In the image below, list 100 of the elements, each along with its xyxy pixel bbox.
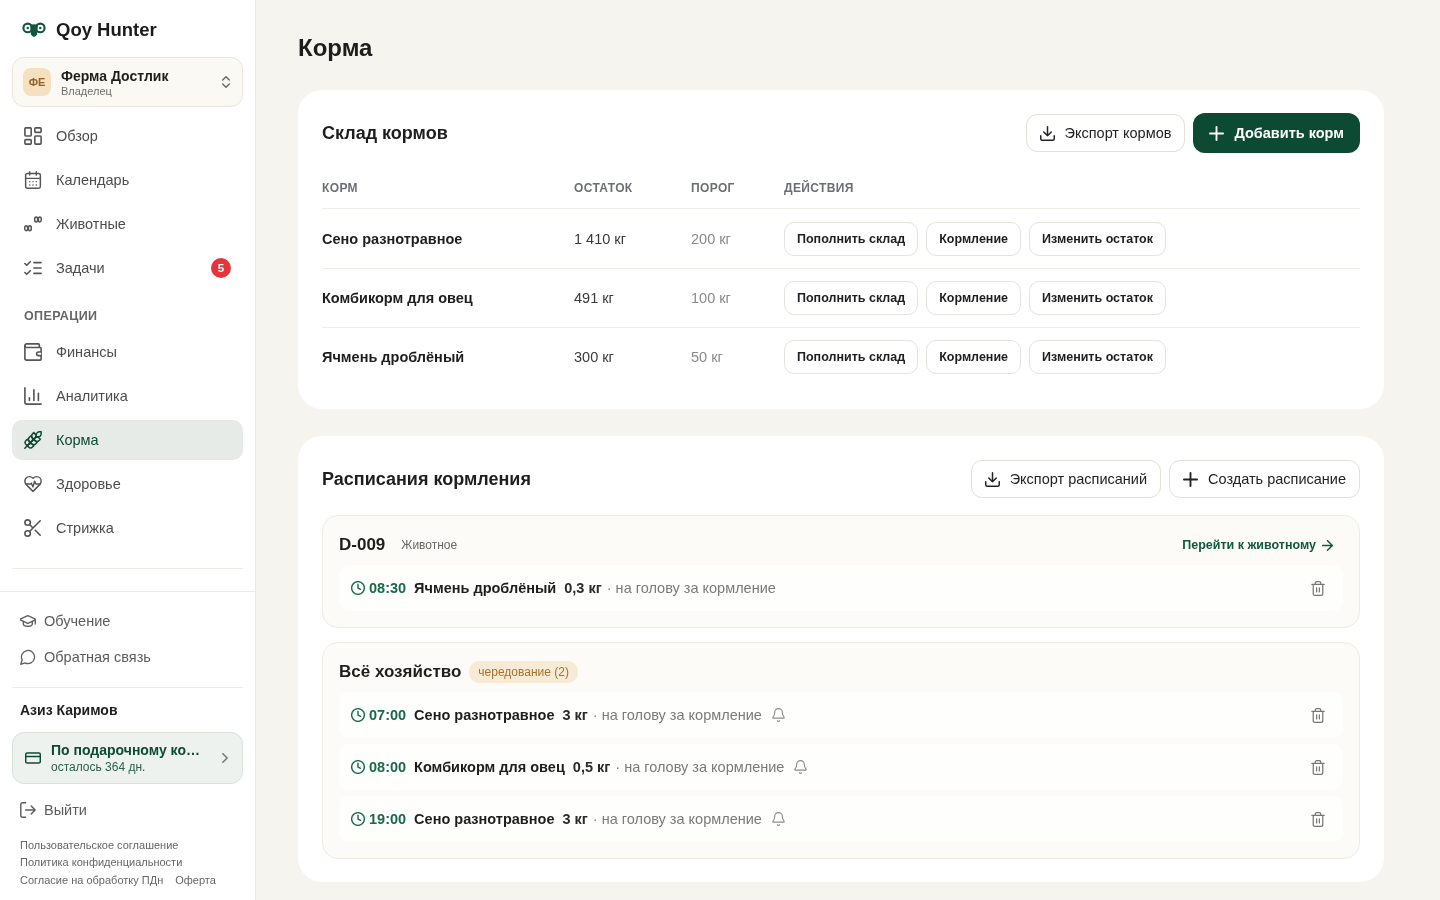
- hoof-prints-icon: [24, 215, 42, 233]
- heart-pulse-icon: [24, 475, 42, 493]
- feed-amount: 3 кг: [562, 811, 588, 827]
- clock-icon: [351, 708, 365, 722]
- ram-head-icon: [22, 21, 46, 39]
- user-name: Азиз Каримов: [19, 700, 119, 719]
- legal-link[interactable]: Согласие на обработку ПДн: [20, 871, 164, 889]
- clock-icon: [351, 581, 365, 595]
- table-cell-text: Комбикорм для овец: [322, 290, 474, 306]
- export-button[interactable]: Экспорт кормов: [1025, 114, 1186, 152]
- farm-avatar: ФЕ: [23, 68, 51, 96]
- nav-item[interactable]: Задачи 5: [12, 248, 243, 288]
- logout-button[interactable]: Выйти: [12, 791, 243, 828]
- chat-bubble-icon: [20, 648, 36, 665]
- credit-card-icon: [25, 751, 41, 764]
- amount-note: · на голову за кормление: [615, 759, 785, 775]
- restock-button[interactable]: Пополнить склад: [784, 281, 919, 315]
- feed-name: Сено разнотравное: [414, 707, 555, 723]
- brand-name: Qoy Hunter: [56, 19, 157, 41]
- nav-item[interactable]: Стрижка: [12, 508, 243, 548]
- animal-link[interactable]: Перейти к животному: [1182, 538, 1333, 552]
- table-cell-text: 1 410 кг: [574, 230, 627, 247]
- card-title: Расписания кормления: [322, 468, 531, 490]
- table-cell-text: Сено разнотравное: [322, 230, 464, 247]
- dashboard-grid-icon: [24, 127, 42, 145]
- trash-icon[interactable]: [1311, 580, 1325, 596]
- table-cell-text: 300 кг: [574, 349, 615, 365]
- download-icon: [1039, 125, 1055, 141]
- restock-button[interactable]: Пополнить склад: [784, 221, 919, 256]
- wheat-icon: [24, 431, 42, 449]
- farm-role: Владелец: [61, 84, 113, 97]
- group-title: D-009: [339, 535, 386, 555]
- column-header: ПОРОГ: [691, 180, 736, 195]
- feed-name: Ячмень дроблёный: [414, 580, 557, 596]
- farm-switcher[interactable]: ФЕ Ферма Достлик Владелец: [12, 57, 243, 107]
- bar-chart-icon: [24, 387, 42, 405]
- nav-item[interactable]: Обзор: [12, 116, 243, 156]
- adjust-stock-button[interactable]: Изменить остаток: [1029, 221, 1166, 256]
- nav-item[interactable]: Животные: [12, 204, 243, 244]
- legal-link[interactable]: Пользовательское соглашение: [20, 836, 179, 854]
- nav-item[interactable]: Аналитика: [12, 376, 243, 416]
- feeding-button[interactable]: Кормление: [926, 340, 1022, 374]
- plus-icon: [1183, 471, 1199, 487]
- adjust-stock-button[interactable]: Изменить остаток: [1029, 340, 1166, 374]
- feeding-time: 07:00: [369, 707, 407, 723]
- legal-link[interactable]: Политика конфиденциальности: [20, 854, 183, 872]
- nav-item[interactable]: Финансы: [12, 332, 243, 372]
- sidebar-link[interactable]: Обучение: [12, 602, 243, 639]
- scissors-icon: [24, 519, 42, 537]
- nav-item[interactable]: Календарь: [12, 160, 243, 200]
- clock-icon: [351, 760, 365, 774]
- download-icon: [984, 471, 1000, 487]
- table-cell-text: 100 кг: [691, 290, 732, 306]
- sidebar-link[interactable]: Обратная связь: [12, 638, 243, 675]
- table-cell-text: 491 кг: [574, 290, 615, 306]
- amount-note: · на голову за кормление: [592, 811, 762, 827]
- table-cell-text: Ячмень дроблёный: [322, 349, 466, 365]
- feeding-time: 08:00: [369, 759, 407, 775]
- amount-note: · на голову за кормление: [592, 707, 762, 723]
- group-type: Животное: [401, 538, 458, 552]
- nav-item[interactable]: Корма: [12, 420, 243, 460]
- section-heading: ОПЕРАЦИИ: [23, 308, 99, 325]
- feed-name: Комбикорм для овец: [414, 759, 565, 775]
- trash-icon[interactable]: [1311, 707, 1325, 723]
- table-cell-text: 50 кг: [691, 349, 724, 365]
- card-title: Склад кормов: [322, 122, 448, 144]
- create-schedule-button[interactable]: Создать расписание: [1169, 460, 1360, 498]
- calendar-icon: [24, 171, 42, 189]
- farm-name: Ферма Достлик: [61, 67, 170, 84]
- feed-amount: 0,3 кг: [564, 580, 602, 596]
- feeding-button[interactable]: Кормление: [926, 221, 1022, 256]
- subscription-card[interactable]: По подарочному ко… осталось 364 дн.: [12, 731, 243, 784]
- page-title: Корма: [298, 33, 374, 63]
- column-header: КОРМ: [322, 180, 359, 195]
- trash-icon[interactable]: [1311, 759, 1325, 775]
- arrow-right-icon: [1322, 539, 1333, 551]
- chevrons-up-down-icon: [222, 76, 230, 88]
- feed-name: Сено разнотравное: [414, 811, 555, 827]
- feeding-time: 08:30: [369, 580, 407, 596]
- logout-icon: [20, 801, 36, 818]
- column-header: ДЕЙСТВИЯ: [784, 180, 855, 195]
- clock-icon: [351, 812, 365, 826]
- plan-title: По подарочному ко…: [51, 741, 201, 758]
- column-header: ОСТАТОК: [574, 180, 634, 195]
- restock-button[interactable]: Пополнить склад: [784, 340, 919, 374]
- graduation-cap-icon: [20, 612, 36, 629]
- legal-link[interactable]: Оферта: [175, 871, 216, 889]
- feed-amount: 0,5 кг: [572, 759, 611, 775]
- plus-icon: [1209, 125, 1225, 141]
- export-button[interactable]: Экспорт расписаний: [970, 460, 1162, 498]
- plan-days-left: осталось 364 дн.: [51, 759, 147, 774]
- adjust-stock-button[interactable]: Изменить остаток: [1029, 281, 1166, 315]
- add-feed-button[interactable]: Добавить корм: [1193, 113, 1360, 153]
- task-count-badge: 5: [211, 258, 231, 278]
- trash-icon[interactable]: [1311, 811, 1325, 827]
- feeding-button[interactable]: Кормление: [926, 281, 1022, 315]
- nav-item[interactable]: Здоровье: [12, 464, 243, 504]
- wallet-icon: [24, 343, 42, 361]
- rotation-tag: чередование (2): [469, 661, 578, 683]
- checklist-icon: [24, 259, 42, 277]
